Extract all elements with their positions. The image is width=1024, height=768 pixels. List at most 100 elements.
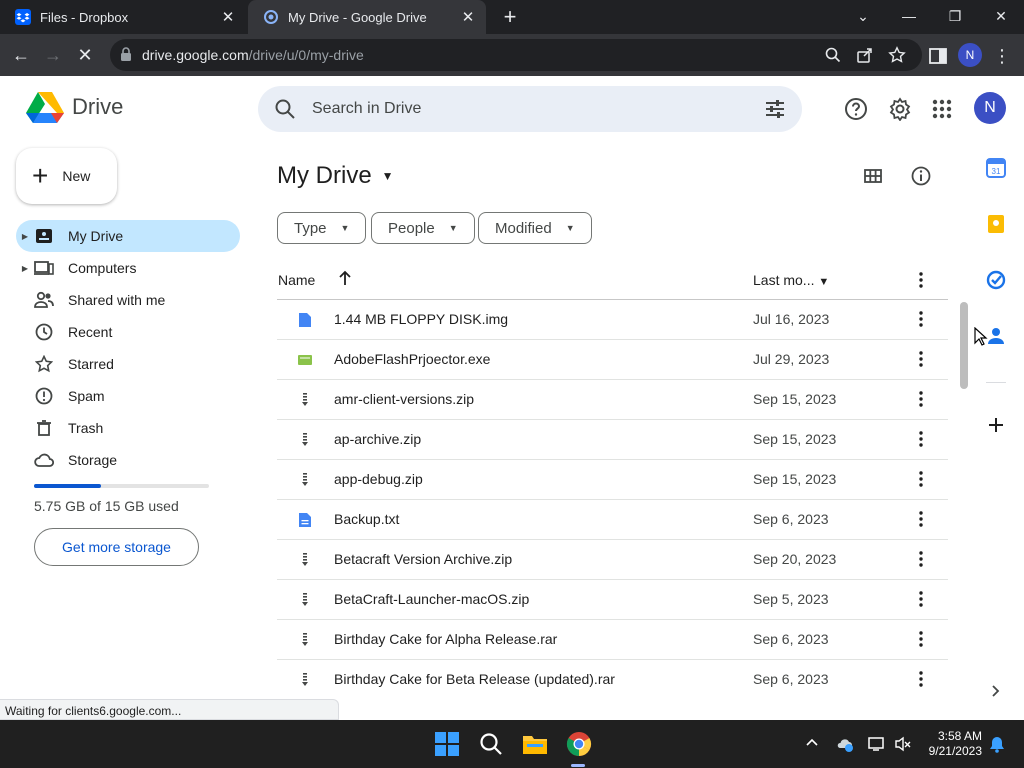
more-actions-icon[interactable]: [913, 549, 929, 569]
file-row[interactable]: Birthday Cake for Beta Release (updated)…: [277, 660, 948, 698]
file-name: Birthday Cake for Beta Release (updated)…: [334, 671, 615, 687]
sidebar-item-recent[interactable]: Recent: [16, 316, 240, 348]
more-actions-icon[interactable]: [913, 669, 929, 689]
new-button[interactable]: + New: [16, 148, 117, 204]
grid-view-icon[interactable]: [862, 165, 884, 187]
filter-chip-people[interactable]: People ▼: [371, 212, 475, 244]
address-bar[interactable]: drive.google.com/drive/u/0/my-drive: [110, 39, 922, 71]
help-icon[interactable]: [844, 97, 868, 121]
expand-arrow-icon[interactable]: ▶: [16, 264, 34, 273]
column-header-name[interactable]: Name: [278, 272, 315, 288]
more-actions-icon[interactable]: [913, 469, 929, 489]
info-icon[interactable]: [910, 165, 932, 187]
sidebar-item-starred[interactable]: Starred: [16, 348, 240, 380]
calendar-icon[interactable]: 31: [985, 157, 1007, 179]
keep-icon[interactable]: [985, 213, 1007, 235]
more-actions-icon[interactable]: [913, 509, 929, 529]
expand-arrow-icon[interactable]: ▶: [16, 232, 34, 241]
more-actions-icon[interactable]: [913, 389, 929, 409]
display-icon[interactable]: [868, 735, 886, 753]
browser-menu-icon[interactable]: ⋮: [992, 45, 1012, 67]
restore-button[interactable]: ❐: [932, 0, 978, 34]
column-header-last-modified[interactable]: Last mo... ▼: [753, 272, 829, 288]
google-apps-icon[interactable]: [930, 97, 954, 121]
sidebar-item-trash[interactable]: Trash: [16, 412, 240, 444]
scrollbar-thumb[interactable]: [960, 302, 968, 389]
stop-loading-button[interactable]: ✕: [72, 42, 98, 68]
more-actions-icon[interactable]: [913, 270, 929, 293]
file-row[interactable]: Betacraft Version Archive.zip Sep 20, 202…: [277, 540, 948, 580]
search-icon[interactable]: [274, 98, 296, 120]
search-input[interactable]: [312, 96, 732, 122]
back-button[interactable]: ←: [8, 42, 34, 68]
file-explorer-icon[interactable]: [522, 731, 548, 757]
more-actions-icon[interactable]: [913, 589, 929, 609]
minimize-button[interactable]: —: [886, 0, 932, 34]
settings-gear-icon[interactable]: [888, 97, 912, 122]
more-actions-icon[interactable]: [913, 309, 929, 329]
close-tab-icon[interactable]: ✕: [216, 8, 240, 26]
tab-dropbox[interactable]: Files - Dropbox ✕: [0, 0, 246, 34]
more-actions-icon[interactable]: [913, 429, 929, 449]
computers-icon: [34, 258, 54, 278]
active-app-indicator: [571, 764, 585, 767]
windows-start-icon[interactable]: [434, 731, 460, 757]
file-row[interactable]: Backup.txt Sep 6, 2023: [277, 500, 948, 540]
drive-logo-icon[interactable]: [26, 91, 64, 123]
forward-button[interactable]: →: [40, 42, 66, 68]
file-row[interactable]: BetaCraft-Launcher-macOS.zip Sep 5, 2023: [277, 580, 948, 620]
profile-avatar[interactable]: N: [958, 43, 982, 67]
file-row[interactable]: app-debug.zip Sep 15, 2023: [277, 460, 948, 500]
doc-icon: [297, 512, 313, 528]
search-options-icon[interactable]: [764, 98, 786, 120]
filter-chip-label: People: [388, 219, 435, 237]
more-actions-icon[interactable]: [913, 349, 929, 369]
taskbar-clock[interactable]: 3:58 AM 9/21/2023: [918, 729, 982, 759]
notification-bell-icon[interactable]: [988, 735, 1006, 753]
drive-brand[interactable]: Drive: [72, 94, 123, 120]
filter-chip-modified[interactable]: Modified ▼: [478, 212, 592, 244]
onedrive-icon[interactable]: [836, 735, 854, 753]
sidebar-item-spam[interactable]: Spam: [16, 380, 240, 412]
get-more-storage-button[interactable]: Get more storage: [34, 528, 199, 566]
lock-icon[interactable]: [120, 47, 132, 61]
taskbar-search-icon[interactable]: [478, 731, 504, 757]
sidebar-item-shared-with-me[interactable]: Shared with me: [16, 284, 240, 316]
sort-ascending-icon[interactable]: [338, 270, 352, 289]
file-row[interactable]: AdobeFlashPrjoector.exe Jul 29, 2023: [277, 340, 948, 380]
add-addon-icon[interactable]: [985, 414, 1007, 436]
tab-search-chevron-icon[interactable]: ⌄: [840, 0, 886, 34]
search-bar[interactable]: [258, 86, 802, 132]
account-avatar[interactable]: N: [974, 92, 1006, 124]
sidebar-item-storage[interactable]: Storage: [16, 444, 240, 476]
chrome-icon[interactable]: [566, 731, 592, 757]
file-name: Birthday Cake for Alpha Release.rar: [334, 631, 558, 647]
show-hidden-icons-chevron[interactable]: [804, 735, 820, 751]
close-tab-icon[interactable]: ✕: [456, 8, 480, 26]
filter-chip-label: Modified: [495, 219, 552, 237]
url-path: /drive/u/0/my-drive: [248, 47, 364, 63]
file-row[interactable]: Birthday Cake for Alpha Release.rar Sep 6…: [277, 620, 948, 660]
side-panel-icon[interactable]: [927, 45, 949, 67]
bookmark-star-icon[interactable]: [888, 46, 906, 64]
sidebar-item-label: My Drive: [68, 228, 124, 244]
more-actions-icon[interactable]: [913, 629, 929, 649]
sidebar-item-computers[interactable]: ▶ Computers: [16, 252, 240, 284]
tasks-icon[interactable]: [985, 269, 1007, 291]
close-window-button[interactable]: ✕: [978, 0, 1024, 34]
filter-chip-type[interactable]: Type ▼: [277, 212, 367, 244]
new-tab-button[interactable]: +: [498, 4, 522, 30]
file-modified-date: Sep 6, 2023: [753, 511, 829, 527]
page-title[interactable]: My Drive ▼: [277, 162, 394, 190]
file-row[interactable]: 1.44 MB FLOPPY DISK.img Jul 16, 2023: [277, 300, 948, 340]
side-panel-divider: [986, 382, 1006, 383]
file-row[interactable]: ap-archive.zip Sep 15, 2023: [277, 420, 948, 460]
tab-google-drive[interactable]: My Drive - Google Drive ✕: [248, 0, 486, 34]
sidebar-item-my-drive[interactable]: ▶ My Drive: [16, 220, 240, 252]
search-icon[interactable]: [824, 46, 842, 64]
file-row[interactable]: amr-client-versions.zip Sep 15, 2023: [277, 380, 948, 420]
chevron-right-icon[interactable]: [986, 681, 1008, 703]
volume-muted-icon[interactable]: [894, 735, 912, 753]
share-icon[interactable]: [856, 46, 874, 64]
contacts-icon[interactable]: [985, 325, 1007, 347]
